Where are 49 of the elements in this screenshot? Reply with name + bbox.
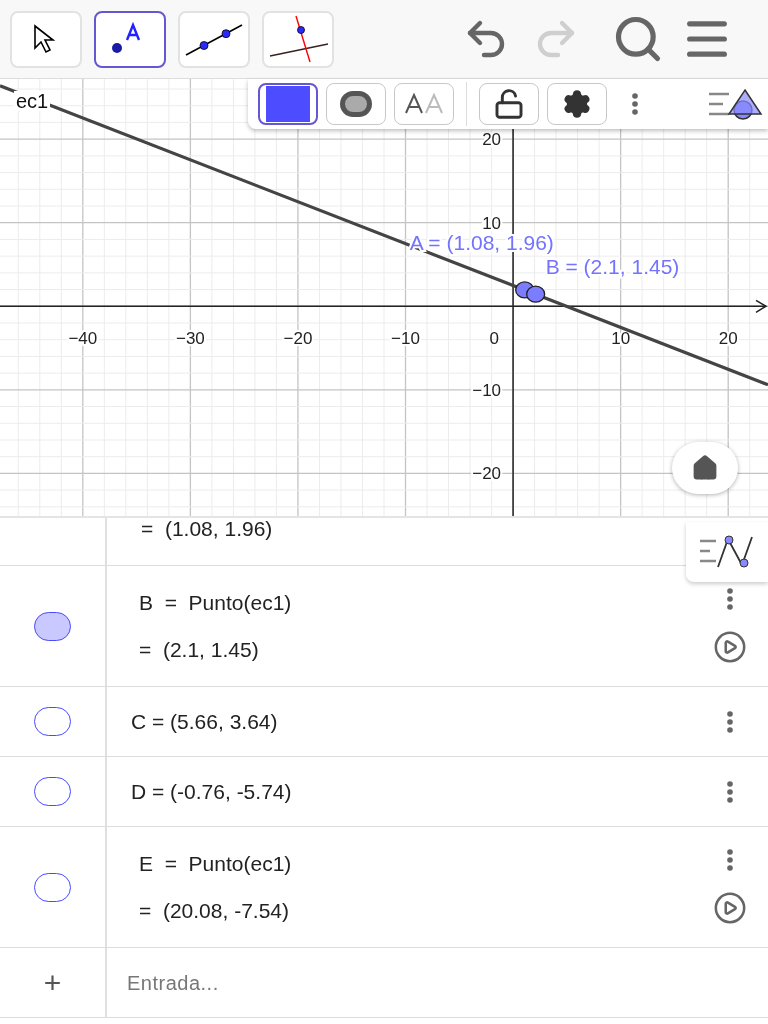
visibility-toggle[interactable] bbox=[34, 611, 71, 641]
tick-label: −30 bbox=[175, 329, 205, 349]
tick-label: −10 bbox=[472, 380, 502, 400]
definition-text: B = Punto(ec1) bbox=[139, 592, 293, 613]
tick-label: 10 bbox=[482, 213, 502, 233]
visibility-toggle[interactable] bbox=[34, 872, 71, 902]
tick-label: −10 bbox=[391, 329, 420, 349]
definition-text: C = (5.66, 3.64) bbox=[131, 711, 279, 732]
line-label: ec1 bbox=[14, 91, 51, 111]
tick-label: 20 bbox=[718, 329, 738, 349]
point-label: B = (2.1, 1.45) bbox=[545, 255, 680, 279]
home-icon bbox=[691, 454, 719, 482]
tick-label: −40 bbox=[68, 329, 98, 349]
input-field[interactable]: Entrada... bbox=[107, 948, 768, 1017]
algebra-view-toggle[interactable] bbox=[686, 522, 768, 582]
point-tool-button[interactable] bbox=[94, 10, 166, 68]
tick-label: −20 bbox=[472, 464, 502, 484]
point-style-button[interactable] bbox=[326, 83, 386, 125]
origin-label: 0 bbox=[489, 329, 500, 349]
value-text: = (2.1, 1.45) bbox=[139, 639, 260, 660]
graph-list-icon bbox=[698, 533, 756, 571]
more-icon[interactable] bbox=[727, 849, 733, 871]
color-button[interactable] bbox=[258, 83, 318, 125]
point-marker[interactable] bbox=[526, 285, 546, 303]
letters-icon bbox=[404, 93, 444, 115]
line-tool-button[interactable] bbox=[178, 10, 250, 68]
definition-text: D = (-0.76, -5.74) bbox=[131, 781, 293, 802]
more-icon[interactable] bbox=[727, 780, 733, 803]
tick-label: −20 bbox=[283, 329, 313, 349]
move-tool-button[interactable] bbox=[10, 10, 82, 68]
add-symbol[interactable]: + bbox=[43, 967, 62, 998]
shapes-list-icon bbox=[707, 86, 765, 122]
more-icon[interactable] bbox=[727, 710, 733, 733]
definition-text: E = Punto(ec1) bbox=[139, 853, 293, 874]
value-text: = (1.08, 1.96) bbox=[141, 518, 273, 539]
unlocked-padlock-icon bbox=[493, 88, 525, 120]
tick-label: 20 bbox=[482, 130, 502, 150]
more-icon[interactable] bbox=[632, 93, 638, 115]
perpendicular-tool-button[interactable] bbox=[262, 10, 334, 68]
lock-button[interactable] bbox=[479, 83, 539, 125]
visibility-toggle[interactable] bbox=[34, 707, 71, 736]
settings-icon bbox=[562, 89, 592, 119]
line-tool-icon bbox=[184, 21, 244, 57]
label-style-button[interactable] bbox=[394, 83, 454, 125]
value-text: = (20.08, -7.54) bbox=[139, 900, 290, 921]
settings-button[interactable] bbox=[547, 83, 607, 125]
more-icon[interactable] bbox=[727, 588, 733, 610]
tick-label: 10 bbox=[611, 329, 631, 349]
visibility-toggle[interactable] bbox=[34, 777, 71, 806]
